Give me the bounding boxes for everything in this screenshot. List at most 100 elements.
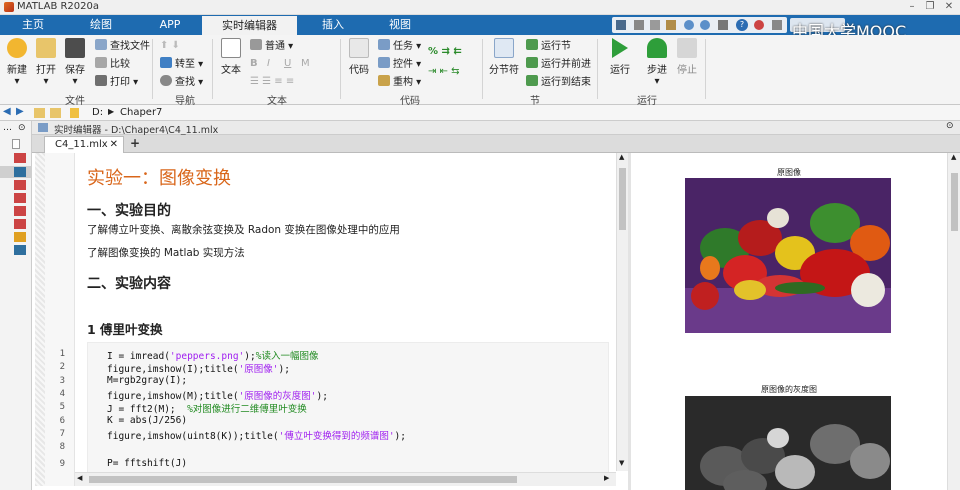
save-quick-icon[interactable] [616, 20, 626, 30]
goto-button[interactable]: 转至 ▾ [160, 57, 203, 71]
close-icon[interactable]: ✕ [942, 0, 956, 14]
run-button[interactable]: 运行 [605, 38, 635, 76]
tab-apps[interactable]: APP [145, 15, 195, 35]
code-button[interactable]: 代码 [344, 38, 374, 76]
scroll-right-icon[interactable]: ▶ [604, 474, 609, 482]
compare-button[interactable]: 比较 [95, 57, 130, 71]
open-button[interactable]: 打开 ▾ [31, 38, 61, 87]
code-line[interactable]: M=rgb2gray(I); [107, 375, 187, 386]
help-icon[interactable]: ? [736, 19, 748, 31]
minimize-icon[interactable]: – [905, 0, 919, 14]
monospace-button[interactable]: M [301, 57, 310, 71]
restore-icon[interactable]: ❐ [923, 0, 937, 14]
browse-folder-icon[interactable] [50, 108, 61, 118]
heading-content[interactable]: 二、实验内容 [87, 273, 171, 293]
undo-icon[interactable] [684, 20, 694, 30]
tab-plots[interactable]: 绘图 [76, 15, 126, 35]
redo-icon[interactable] [700, 20, 710, 30]
file-icon[interactable] [12, 139, 20, 149]
scroll-up-icon[interactable]: ▲ [619, 153, 624, 161]
forward-icon[interactable]: ▶ [16, 106, 24, 117]
file-item[interactable] [14, 153, 26, 163]
scroll-left-icon[interactable]: ◀ [77, 474, 82, 482]
save-button[interactable]: 保存 ▾ [60, 38, 90, 87]
tab-view[interactable]: 视图 [375, 15, 425, 35]
code-line[interactable]: figure,imshow(uint8(K));title('傅立叶变换得到的频… [107, 428, 406, 442]
scroll-down-icon[interactable]: ▼ [619, 459, 624, 467]
scroll-thumb[interactable] [89, 476, 517, 483]
script-title[interactable]: 实验一：图像变换 [87, 164, 231, 190]
file-item[interactable] [14, 219, 26, 229]
code-line[interactable]: P= fftshift(J) [107, 458, 187, 469]
heading-fourier[interactable]: 1 傅里叶变换 [87, 319, 163, 338]
panel-dropdown-icon[interactable]: ⊙ [18, 123, 26, 133]
breadcrumb-drive[interactable]: D: [92, 107, 103, 118]
output-vertical-scrollbar[interactable]: ▲ [947, 153, 960, 490]
new-tab-button[interactable]: + [126, 136, 144, 152]
tab-insert[interactable]: 插入 [308, 15, 358, 35]
cut-icon[interactable] [634, 20, 644, 30]
step-button[interactable]: 步进 ▾ [642, 38, 672, 87]
file-item[interactable] [14, 245, 26, 255]
new-button[interactable]: 新建 ▾ [2, 38, 32, 87]
find-button[interactable]: 查找 ▾ [160, 75, 203, 89]
bold-button[interactable]: B [250, 57, 258, 71]
control-button[interactable]: 控件 ▾ [378, 57, 421, 71]
paragraph-1[interactable]: 了解傅立叶变换、离散余弦变换及 Radon 变换在图像处理中的应用 [87, 222, 400, 237]
print-button[interactable]: 打印 ▾ [95, 75, 138, 89]
code-line[interactable]: figure,imshow(I);title('原图像'); [107, 361, 290, 375]
style-dropdown[interactable]: 普通 ▾ [250, 39, 293, 53]
content-horizontal-scrollbar[interactable]: ◀ ▶ [75, 472, 616, 486]
file-item[interactable] [14, 180, 26, 190]
line-number: 4 [59, 388, 65, 399]
editor-menu-icon[interactable]: ⊙ [946, 121, 954, 131]
stop-button[interactable]: 停止 [672, 38, 702, 76]
tab-home[interactable]: 主页 [8, 15, 58, 35]
run-advance-button[interactable]: 运行并前进 [526, 57, 591, 71]
text-button[interactable]: 文本 [216, 38, 246, 76]
section-break-button[interactable]: 分节符 [487, 38, 521, 76]
underline-button[interactable]: U [284, 57, 291, 71]
switch-windows-icon[interactable] [718, 20, 728, 30]
run-to-end-button[interactable]: 运行到结束 [526, 75, 591, 89]
heading-objective[interactable]: 一、实验目的 [87, 200, 171, 220]
community-icon[interactable] [754, 20, 764, 30]
paste-icon[interactable] [666, 20, 676, 30]
scroll-thumb[interactable] [951, 173, 958, 231]
comment-buttons[interactable]: % ⇉ ⇇ [428, 45, 462, 59]
scroll-up-icon[interactable]: ▲ [951, 153, 956, 161]
find-files-button[interactable]: 查找文件 [95, 39, 150, 53]
content-vertical-scrollbar[interactable]: ▲ ▼ [616, 153, 628, 471]
tab-c4-11-mlx[interactable]: C4_11.mlx ✕ [44, 136, 124, 153]
code-line[interactable]: figure,imshow(M);title('原图像的灰度图'); [107, 388, 328, 402]
tab-live-editor[interactable]: 实时编辑器 [202, 16, 297, 35]
refactor-button[interactable]: 重构 ▾ [378, 75, 421, 89]
file-item[interactable] [14, 193, 26, 203]
back-icon[interactable]: ◀ [3, 106, 11, 117]
file-item[interactable] [14, 206, 26, 216]
file-item[interactable] [14, 232, 26, 242]
code-line[interactable]: I = imread('peppers.png');%读入一幅图像 [107, 348, 318, 362]
figure-2-gray-image[interactable] [685, 396, 891, 490]
up-folder-icon[interactable] [34, 108, 45, 118]
live-script-content[interactable]: 实验一：图像变换 一、实验目的 了解傅立叶变换、离散余弦变换及 Radon 变换… [75, 153, 615, 478]
indent-buttons[interactable]: ⇥ ⇤ ⇆ [428, 65, 460, 79]
list-buttons[interactable]: ☰ ☰ ≡ ≡ [250, 75, 294, 89]
run-section-button[interactable]: 运行节 [526, 39, 571, 53]
italic-button[interactable]: I [267, 57, 270, 71]
code-text: ); [278, 364, 290, 376]
figure-1-peppers-image[interactable] [685, 178, 891, 333]
code-line[interactable]: J = fft2(M); %对图像进行二维傅里叶变换 [107, 401, 307, 415]
code-line[interactable]: K = abs(J/256) [107, 415, 187, 426]
copy-icon[interactable] [650, 20, 660, 30]
task-button[interactable]: 任务 ▾ [378, 39, 421, 53]
scroll-thumb[interactable] [619, 168, 626, 230]
breadcrumb-folder[interactable]: Chaper7 [120, 107, 162, 118]
code-text: ); [316, 390, 328, 402]
nav-up-down[interactable]: ⬆ ⬇ [160, 39, 180, 53]
close-tab-icon[interactable]: ✕ [110, 137, 118, 152]
paragraph-2[interactable]: 了解图像变换的 Matlab 实现方法 [87, 245, 245, 260]
file-item[interactable] [14, 167, 26, 177]
collapse-icon[interactable] [772, 20, 782, 30]
panel-menu-icon[interactable]: … [3, 123, 12, 133]
